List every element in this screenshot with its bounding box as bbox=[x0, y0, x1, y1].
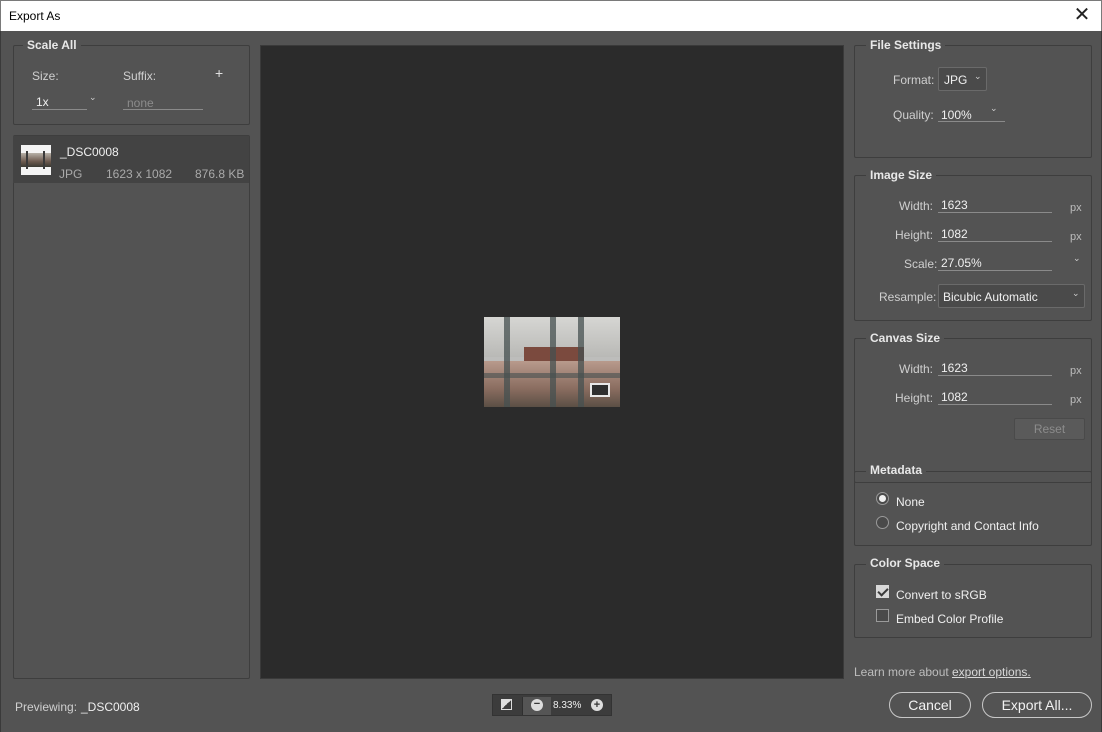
chevron-down-icon: ⌄ bbox=[1072, 288, 1080, 298]
embed-profile-checkbox[interactable] bbox=[876, 609, 889, 622]
previewing-name: _DSC0008 bbox=[81, 700, 140, 714]
embed-profile-label[interactable]: Embed Color Profile bbox=[896, 612, 1003, 626]
resample-value: Bicubic Automatic bbox=[943, 290, 1038, 304]
canvas-width-input[interactable]: 1623 bbox=[938, 359, 1052, 376]
size-label: Size: bbox=[32, 69, 59, 83]
fit-view-icon[interactable] bbox=[501, 699, 512, 710]
format-value: JPG bbox=[944, 73, 968, 87]
convert-srgb-checkbox[interactable] bbox=[876, 585, 889, 598]
height-label: Height: bbox=[895, 228, 934, 242]
preview-area[interactable] bbox=[260, 45, 844, 679]
width-unit: px bbox=[1070, 202, 1082, 214]
export-dialog: Scale All Size: Suffix: + 1x ⌄ none _DSC… bbox=[0, 31, 1102, 732]
resample-label: Resample: bbox=[879, 290, 937, 304]
reset-button[interactable]: Reset bbox=[1014, 418, 1085, 440]
suffix-label: Suffix: bbox=[123, 69, 157, 83]
scale-input[interactable]: 27.05% bbox=[938, 254, 1052, 271]
window-title: Export As bbox=[9, 9, 61, 23]
image-size-title: Image Size bbox=[866, 168, 937, 182]
quality-label: Quality: bbox=[893, 108, 934, 122]
format-label: Format: bbox=[893, 73, 935, 87]
title-bar: Export As ✕ bbox=[0, 0, 1102, 31]
file-settings-group bbox=[854, 45, 1092, 158]
scale-value: 27.05% bbox=[941, 256, 982, 270]
resample-dropdown[interactable]: Bicubic Automatic ⌄ bbox=[938, 284, 1085, 308]
canvas-height-label: Height: bbox=[895, 391, 934, 405]
size-value: 1x bbox=[36, 95, 49, 109]
scale-all-title: Scale All bbox=[23, 38, 81, 52]
chevron-down-icon: ⌄ bbox=[89, 92, 97, 102]
canvas-height-value: 1082 bbox=[941, 390, 968, 404]
height-input[interactable]: 1082 bbox=[938, 225, 1052, 242]
file-list bbox=[13, 135, 250, 679]
format-dropdown[interactable]: JPG ⌄ bbox=[938, 67, 987, 91]
preview-image bbox=[484, 317, 620, 407]
canvas-size-title: Canvas Size bbox=[866, 331, 945, 345]
color-space-title: Color Space bbox=[866, 556, 945, 570]
canvas-width-unit: px bbox=[1070, 365, 1082, 377]
zoom-out-icon[interactable]: − bbox=[531, 699, 543, 711]
height-value: 1082 bbox=[941, 227, 968, 241]
cancel-button[interactable]: Cancel bbox=[889, 692, 971, 718]
list-item[interactable]: _DSC0008 JPG 1623 x 1082 876.8 KB bbox=[13, 136, 249, 183]
suffix-input[interactable]: none bbox=[123, 93, 203, 110]
learn-more-text: Learn more about bbox=[854, 665, 949, 679]
zoom-bar: − 8.33% + bbox=[492, 694, 612, 716]
chevron-down-icon[interactable]: ⌄ bbox=[1073, 253, 1081, 264]
file-settings-title: File Settings bbox=[866, 38, 946, 52]
close-icon[interactable]: ✕ bbox=[1073, 5, 1091, 25]
chevron-down-icon: ⌄ bbox=[990, 103, 998, 113]
metadata-copyright-radio[interactable] bbox=[876, 516, 889, 529]
export-all-button[interactable]: Export All... bbox=[982, 692, 1092, 718]
quality-dropdown[interactable]: 100% ⌄ bbox=[938, 103, 1005, 122]
chevron-down-icon: ⌄ bbox=[974, 71, 982, 81]
export-options-link[interactable]: export options. bbox=[952, 665, 1031, 679]
convert-srgb-label[interactable]: Convert to sRGB bbox=[896, 588, 987, 602]
height-unit: px bbox=[1070, 231, 1082, 243]
file-name: _DSC0008 bbox=[60, 145, 119, 159]
metadata-title: Metadata bbox=[866, 463, 927, 477]
canvas-height-input[interactable]: 1082 bbox=[938, 388, 1052, 405]
file-size: 876.8 KB bbox=[195, 167, 245, 181]
width-value: 1623 bbox=[941, 198, 968, 212]
metadata-group bbox=[854, 471, 1092, 546]
zoom-value: 8.33% bbox=[553, 700, 582, 711]
suffix-placeholder: none bbox=[127, 96, 154, 110]
metadata-none-radio[interactable] bbox=[876, 492, 889, 505]
previewing-label: Previewing: bbox=[15, 700, 78, 714]
quality-value: 100% bbox=[941, 108, 972, 122]
file-format: JPG bbox=[59, 167, 83, 181]
canvas-height-unit: px bbox=[1070, 394, 1082, 406]
width-input[interactable]: 1623 bbox=[938, 196, 1052, 213]
size-dropdown[interactable]: 1x ⌄ bbox=[32, 92, 97, 110]
canvas-width-value: 1623 bbox=[941, 361, 968, 375]
scale-label: Scale: bbox=[904, 257, 938, 271]
scale-all-group bbox=[13, 45, 250, 125]
metadata-none-label[interactable]: None bbox=[896, 495, 925, 509]
zoom-in-icon[interactable]: + bbox=[591, 699, 603, 711]
metadata-copyright-label[interactable]: Copyright and Contact Info bbox=[896, 519, 1039, 533]
file-dimensions: 1623 x 1082 bbox=[106, 167, 173, 181]
add-scale-button[interactable]: + bbox=[215, 65, 223, 81]
canvas-width-label: Width: bbox=[899, 362, 934, 376]
file-thumbnail bbox=[21, 145, 51, 175]
width-label: Width: bbox=[899, 199, 934, 213]
